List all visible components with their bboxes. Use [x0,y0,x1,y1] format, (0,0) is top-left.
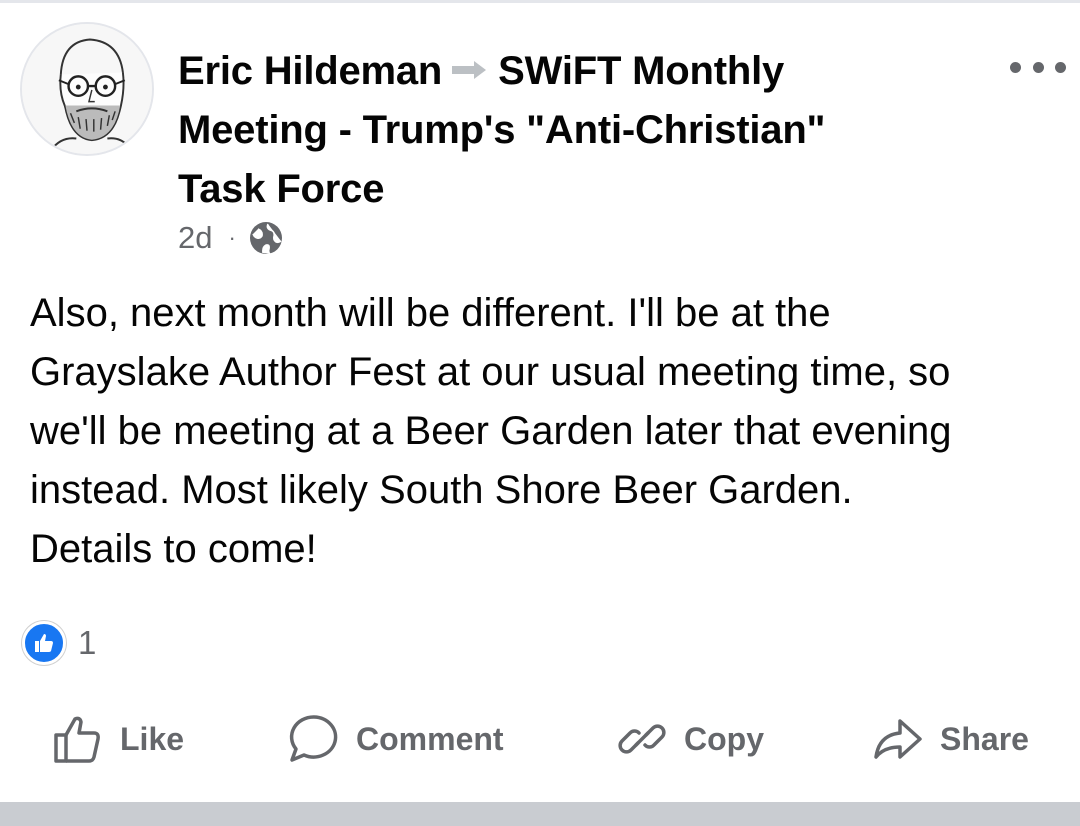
share-arrow-icon [874,719,922,759]
post-timestamp[interactable]: 2d [178,220,212,256]
copy-button[interactable]: Copy [614,700,764,778]
like-reaction-icon [22,621,66,665]
thumbs-up-icon [54,716,100,763]
share-label: Share [940,720,1029,757]
reaction-count: 1 [78,624,97,661]
feed-separator [0,802,1080,826]
link-icon [618,724,666,754]
like-button[interactable]: Like [50,700,184,778]
post-body-text: Also, next month will be different. I'll… [30,291,952,571]
comment-button[interactable]: Comment [286,700,504,778]
comment-icon [289,715,338,762]
globe-icon [249,222,282,255]
post-header: Eric Hildeman SWiFT Monthly Meeting - Tru… [178,42,898,219]
author-name[interactable]: Eric Hildeman [178,49,442,93]
author-avatar[interactable] [20,22,154,156]
like-label: Like [120,720,185,757]
more-options-icon [1032,61,1044,73]
arrow-right-icon [452,61,487,80]
reactions-summary[interactable]: 1 [22,620,96,666]
post-meta: 2d · [178,218,284,258]
share-button[interactable]: Share [870,700,1029,778]
meta-separator: · [228,225,236,250]
action-bar: Like Comment Copy Share [0,700,1080,778]
top-divider [0,0,1080,3]
comment-label: Comment [356,720,504,757]
more-options-icon [1055,61,1066,73]
post-card: Eric Hildeman SWiFT Monthly Meeting - Tru… [0,0,1080,826]
avatar-sketch [22,24,152,154]
copy-label: Copy [684,720,764,757]
more-options-button[interactable] [1010,52,1066,82]
more-options-icon [1010,61,1021,73]
